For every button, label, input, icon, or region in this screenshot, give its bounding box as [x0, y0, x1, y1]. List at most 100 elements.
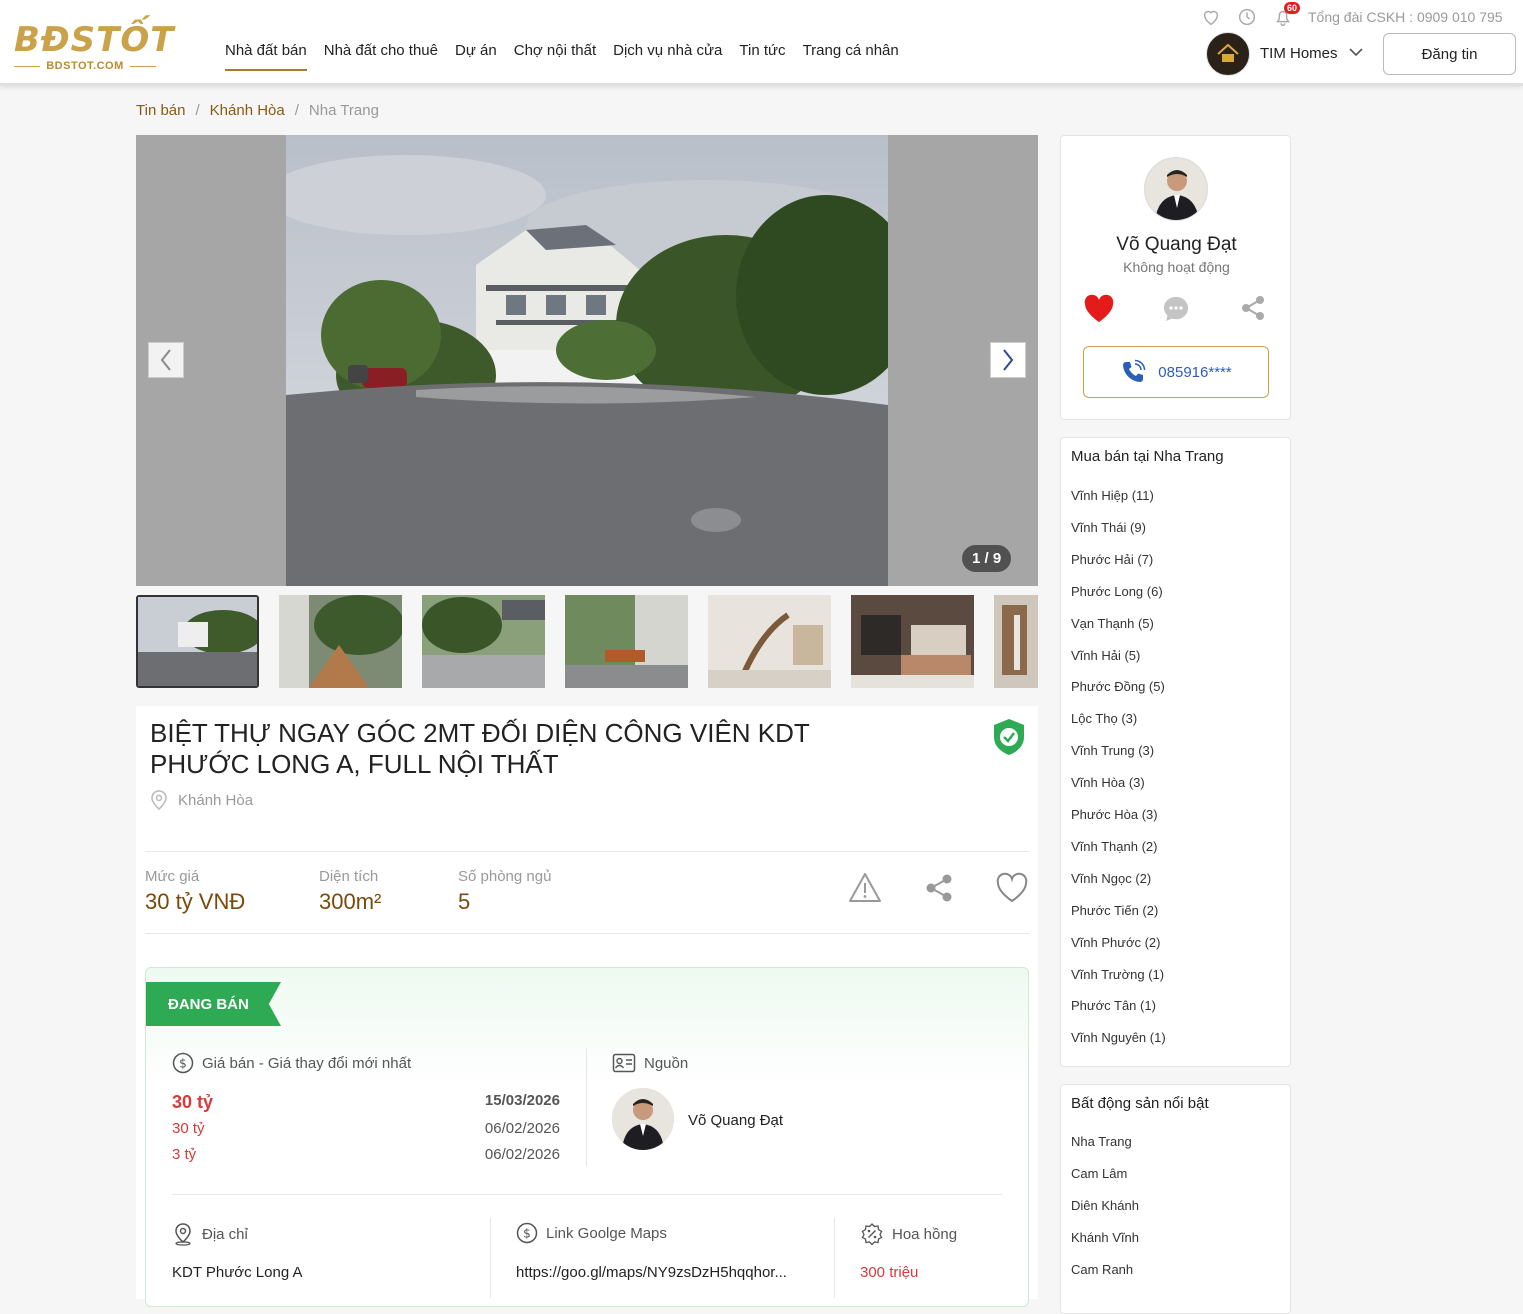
area-list-item[interactable]: Vĩnh Hải (5)	[1071, 648, 1140, 663]
featured-list-title: Bất động sản nổi bật	[1071, 1095, 1209, 1112]
divider	[172, 1194, 1002, 1195]
share-icon[interactable]	[1239, 294, 1267, 327]
nav-item-du-an[interactable]: Dự án	[455, 42, 497, 71]
thumbnail-7[interactable]	[994, 595, 1038, 688]
site-logo[interactable]: BĐSTỐT BDSTOT.COM	[14, 20, 175, 72]
agent-phone: 085916****	[1158, 363, 1232, 381]
source-label: Nguồn	[644, 1054, 689, 1072]
history-price: 3 tỷ	[172, 1146, 197, 1163]
area-list-item[interactable]: Vĩnh Thạnh (2)	[1071, 839, 1157, 854]
history-date: 15/03/2026	[484, 1092, 560, 1109]
stat-label: Số phòng ngủ	[458, 868, 552, 885]
breadcrumb-link[interactable]: Tin bán	[136, 102, 185, 119]
call-agent-button[interactable]: 085916****	[1083, 346, 1269, 398]
dollar-circle-icon: $	[516, 1222, 538, 1244]
price-history-label: Giá bán - Giá thay đổi mới nhất	[202, 1054, 412, 1072]
area-list-item[interactable]: Vĩnh Nguyên (1)	[1071, 1030, 1166, 1045]
breadcrumb-link[interactable]: Khánh Hòa	[210, 102, 285, 119]
history-date: 06/02/2026	[484, 1146, 560, 1163]
area-list-item[interactable]: Vĩnh Ngọc (2)	[1071, 871, 1151, 886]
area-list-item[interactable]: Phước Tiến (2)	[1071, 903, 1158, 918]
chevron-down-icon[interactable]	[1348, 44, 1364, 65]
gallery-prev-button[interactable]	[148, 342, 184, 378]
maps-link[interactable]: https://goo.gl/maps/NY9zsDzH5hqqhor...	[516, 1264, 808, 1281]
gallery-next-button[interactable]	[990, 342, 1026, 378]
area-list-item[interactable]: Phước Long (6)	[1071, 584, 1163, 599]
area-list-item[interactable]: Phước Hòa (3)	[1071, 807, 1158, 822]
nav-item-cho-noi-that[interactable]: Chợ nội thất	[514, 42, 596, 71]
featured-list-item[interactable]: Nha Trang	[1071, 1134, 1132, 1149]
featured-list-item[interactable]: Diên Khánh	[1071, 1198, 1139, 1213]
thumbnail-3[interactable]	[422, 595, 545, 688]
price-history-row: 30 tỷ 15/03/2026	[172, 1092, 560, 1113]
logo-text: BĐSTỐT	[14, 20, 175, 60]
area-list-item[interactable]: Phước Hải (7)	[1071, 552, 1153, 567]
account-avatar[interactable]	[1206, 32, 1250, 76]
chat-icon[interactable]	[1161, 294, 1191, 329]
location-pin-icon	[151, 790, 167, 810]
svg-text:$: $	[179, 1057, 187, 1071]
nav-item-nha-dat-cho-thue[interactable]: Nhà đất cho thuê	[324, 42, 438, 71]
stat-bedrooms: Số phòng ngủ 5	[458, 868, 551, 915]
area-list-item[interactable]: Vĩnh Thái (9)	[1071, 520, 1146, 535]
area-list-item[interactable]: Vĩnh Trường (1)	[1071, 967, 1164, 982]
save-heart-icon[interactable]	[995, 872, 1029, 909]
featured-list-item[interactable]: Cam Lâm	[1071, 1166, 1127, 1181]
header-utilities: 60 Tổng đài CSKH : 0909 010 795	[1200, 2, 1503, 28]
area-list-item[interactable]: Phước Đồng (5)	[1071, 679, 1165, 694]
agent-name[interactable]: Võ Quang Đạt	[1061, 234, 1292, 256]
svg-text:$: $	[523, 1227, 531, 1241]
breadcrumb-separator: /	[294, 102, 299, 119]
area-list-card: Mua bán tại Nha Trang Vĩnh Hiệp (11) Vĩnh…	[1060, 437, 1291, 1067]
main-photo[interactable]	[286, 135, 888, 586]
share-icon[interactable]	[923, 872, 955, 909]
area-list-item[interactable]: Vạn Thạnh (5)	[1071, 616, 1154, 631]
nav-item-trang-ca-nhan[interactable]: Trang cá nhân	[803, 42, 899, 71]
stat-label: Mức giá	[145, 868, 200, 885]
thumbnail-4[interactable]	[565, 595, 688, 688]
dollar-circle-icon: $	[172, 1052, 194, 1074]
hotline-text: Tổng đài CSKH : 0909 010 795	[1308, 9, 1503, 25]
featured-list-card: Bất động sản nổi bật Nha Trang Cam Lâm Diê…	[1060, 1084, 1291, 1314]
heart-icon[interactable]	[1083, 294, 1115, 329]
thumbnail-1[interactable]	[136, 595, 259, 688]
featured-list-item[interactable]: Khánh Vĩnh	[1071, 1230, 1139, 1245]
area-list-item[interactable]: Vĩnh Hiệp (11)	[1071, 488, 1154, 503]
history-icon[interactable]	[1236, 6, 1258, 28]
thumbnail-5[interactable]	[708, 595, 831, 688]
thumbnail-6[interactable]	[851, 595, 974, 688]
location-pin-icon	[175, 1223, 191, 1246]
area-list-item[interactable]: Lộc Thọ (3)	[1071, 711, 1137, 726]
area-list-item[interactable]: Vĩnh Trung (3)	[1071, 743, 1154, 758]
maps-heading: $ Link Goolge Maps	[516, 1222, 667, 1244]
thumbnail-strip	[136, 595, 1038, 688]
nav-item-nha-dat-ban[interactable]: Nhà đất bán	[225, 42, 307, 71]
notification-bell-icon[interactable]: 60	[1272, 2, 1301, 28]
featured-list-item[interactable]: Cam Ranh	[1071, 1262, 1133, 1277]
notification-badge: 60	[1284, 2, 1301, 14]
source-name[interactable]: Võ Quang Đạt	[688, 1112, 783, 1129]
verified-shield-icon	[991, 717, 1027, 762]
source-heading: Nguồn	[612, 1052, 688, 1074]
commission-label: Hoa hồng	[892, 1225, 958, 1243]
price-history-row: 3 tỷ 06/02/2026	[172, 1146, 560, 1163]
thumbnail-2[interactable]	[279, 595, 402, 688]
area-list-item[interactable]: Phước Tân (1)	[1071, 998, 1156, 1013]
divider	[145, 933, 1029, 934]
account-name[interactable]: TIM Homes	[1260, 45, 1338, 62]
nav-item-dich-vu-nha-cua[interactable]: Dịch vụ nhà cửa	[613, 42, 722, 71]
agent-card: Võ Quang Đạt Không hoạt động 085916****	[1060, 135, 1291, 420]
source-avatar[interactable]	[612, 1088, 674, 1150]
area-list-item[interactable]: Vĩnh Phước (2)	[1071, 935, 1160, 950]
phone-icon	[1123, 359, 1146, 382]
agent-avatar[interactable]	[1144, 157, 1208, 221]
report-warning-icon[interactable]	[848, 872, 882, 909]
column-divider	[834, 1218, 835, 1298]
area-list-item[interactable]: Vĩnh Hòa (3)	[1071, 775, 1145, 790]
stat-area: Diện tích 300m²	[319, 868, 381, 915]
favorites-icon[interactable]	[1200, 6, 1222, 28]
post-listing-button[interactable]: Đăng tin	[1383, 33, 1516, 75]
nav-item-tin-tuc[interactable]: Tin tức	[739, 42, 785, 71]
stat-price: Mức giá 30 tỷ VNĐ	[145, 868, 245, 915]
column-divider	[586, 1048, 587, 1166]
